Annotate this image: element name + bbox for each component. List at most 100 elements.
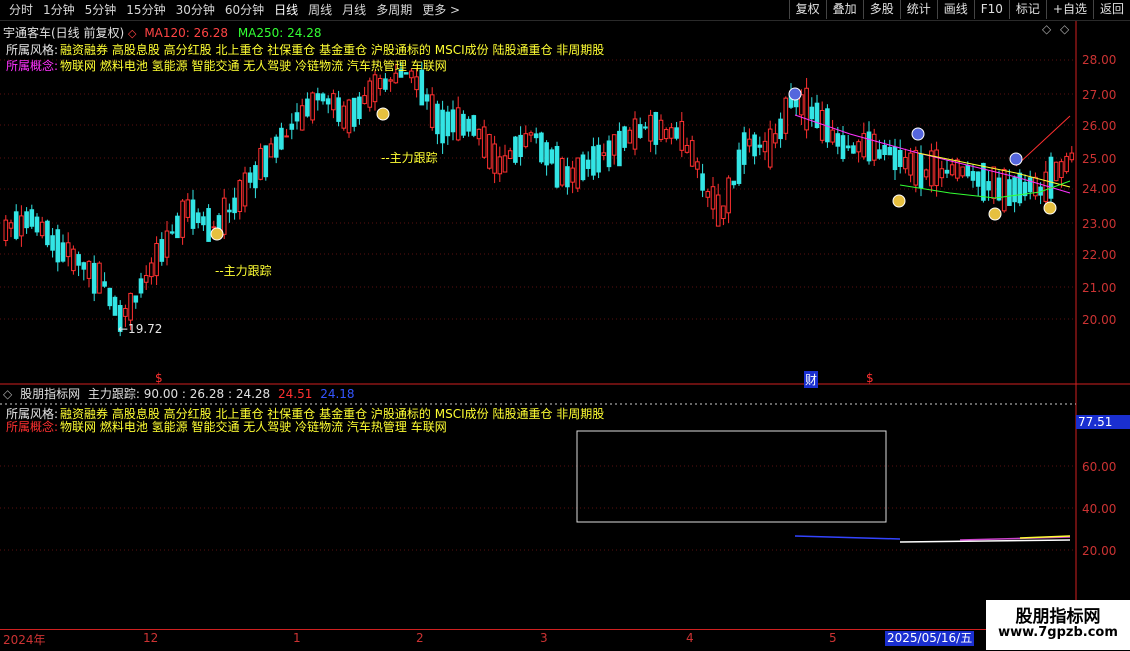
concept-info: 所属概念: 物联网 燃料电池 氢能源 智能交通 无人驾驶 冷链物流 汽车热管理 车… xyxy=(6,57,447,74)
back-button[interactable]: 返回 xyxy=(1092,0,1130,19)
date-label: 4 xyxy=(686,631,694,645)
tab-weekly[interactable]: 周线 xyxy=(303,2,337,18)
overlay-button[interactable]: 叠加 xyxy=(825,0,863,19)
candle-body xyxy=(539,132,544,163)
candle-body xyxy=(1012,177,1017,203)
mark-button[interactable]: 标记 xyxy=(1008,0,1046,19)
date-label: 12 xyxy=(143,631,159,645)
candle-body xyxy=(804,87,809,131)
candle-body xyxy=(149,262,154,278)
style-value: 融资融券 高股息股 高分红股 北上重仓 社保重仓 基金重仓 沪股通标的 MSCI… xyxy=(60,43,605,57)
candle-body xyxy=(731,180,737,186)
tab-daily[interactable]: 日线 xyxy=(269,2,303,18)
add-watchlist-button[interactable]: +自选 xyxy=(1045,0,1093,19)
concept-info-lower: 所属概念: 物联网 燃料电池 氢能源 智能交通 无人驾驶 冷链物流 汽车热管理 车… xyxy=(6,418,447,435)
candle-body xyxy=(294,112,300,122)
candle-body xyxy=(492,143,497,174)
candle-body xyxy=(814,102,820,129)
face-icon xyxy=(911,127,925,141)
tab-more[interactable]: 更多 > xyxy=(417,2,465,18)
candle-body xyxy=(674,127,679,139)
money-bag-icon xyxy=(1043,201,1057,215)
candle-body xyxy=(268,143,274,158)
candle-body xyxy=(377,78,383,90)
candle-body xyxy=(45,220,50,246)
kline-chart[interactable] xyxy=(0,21,1130,651)
candle-body xyxy=(123,307,128,317)
candle-body xyxy=(580,154,586,181)
candle-body xyxy=(996,177,1002,201)
indicator-tick: 20.00 xyxy=(1082,544,1117,558)
stock-name[interactable]: 宇通客车(日线 前复权) xyxy=(3,26,124,40)
candle-body xyxy=(221,197,227,235)
tab-multi-period[interactable]: 多周期 xyxy=(371,2,417,18)
candle-body xyxy=(892,146,898,171)
candle-body xyxy=(237,180,243,212)
candle-body xyxy=(575,157,581,189)
date-label: 5 xyxy=(829,631,837,645)
candle-body xyxy=(705,191,711,198)
candle-body xyxy=(1027,177,1033,193)
candle-body xyxy=(617,130,622,167)
candle-body xyxy=(91,262,97,294)
candle-body xyxy=(736,149,742,184)
close-icon[interactable]: ◇ xyxy=(128,27,136,40)
candle-body xyxy=(211,226,217,229)
candle-body xyxy=(351,97,357,127)
tab-30min[interactable]: 30分钟 xyxy=(171,2,220,18)
tab-monthly[interactable]: 月线 xyxy=(337,2,371,18)
candle-body xyxy=(315,93,321,101)
dollar-marker[interactable]: $ xyxy=(155,371,163,385)
watermark-title: 股朋指标网 xyxy=(1015,607,1101,627)
period-tabs: 分时 1分钟 5分钟 15分钟 30分钟 60分钟 日线 周线 月线 多周期 更… xyxy=(4,2,465,18)
dollar-marker[interactable]: $ xyxy=(866,371,874,385)
tab-1min[interactable]: 1分钟 xyxy=(38,2,80,18)
candle-body xyxy=(695,161,700,170)
candle-body xyxy=(299,105,305,131)
candle-body xyxy=(596,144,601,173)
tab-fenshi[interactable]: 分时 xyxy=(4,2,38,18)
candle-body xyxy=(8,222,14,229)
candle-body xyxy=(341,105,347,129)
diamond-icon[interactable]: ◇ xyxy=(1042,22,1051,36)
restore-rights-button[interactable]: 复权 xyxy=(788,0,826,19)
candle-body xyxy=(232,197,237,214)
indicator-tick: 40.00 xyxy=(1082,502,1117,516)
collapse-icon[interactable]: ◇ xyxy=(3,387,12,401)
price-tick: 20.00 xyxy=(1082,313,1117,327)
price-tick: 24.00 xyxy=(1082,182,1117,196)
candle-body xyxy=(752,134,757,157)
candle-body xyxy=(710,186,716,210)
draw-line-button[interactable]: 画线 xyxy=(936,0,974,19)
candle-body xyxy=(726,177,731,214)
ma120-value: MA120: 26.28 xyxy=(144,26,228,40)
f10-button[interactable]: F10 xyxy=(973,0,1009,19)
chart-title-row: 宇通客车(日线 前复权) ◇ MA120: 26.28 MA250: 24.28 xyxy=(3,24,322,41)
concept-value: 物联网 燃料电池 氢能源 智能交通 无人驾驶 冷链物流 汽车热管理 车联网 xyxy=(60,420,447,434)
candle-body xyxy=(1048,156,1054,199)
candle-body xyxy=(424,94,430,102)
multi-stock-button[interactable]: 多股 xyxy=(862,0,900,19)
ma250-value: MA250: 24.28 xyxy=(237,26,322,40)
price-tick: 23.00 xyxy=(1082,217,1117,231)
candle-body xyxy=(1064,155,1069,173)
candle-body xyxy=(663,129,669,140)
selection-box xyxy=(576,430,887,523)
statistics-button[interactable]: 统计 xyxy=(899,0,937,19)
candle-body xyxy=(648,114,653,142)
candle-body xyxy=(466,118,471,132)
candle-body xyxy=(81,262,87,270)
tab-60min[interactable]: 60分钟 xyxy=(220,2,269,18)
candle-body xyxy=(86,260,92,279)
candle-body xyxy=(1053,161,1059,182)
candle-body xyxy=(331,93,336,111)
candle-body xyxy=(819,110,825,141)
candle-body xyxy=(195,212,201,224)
candle-body xyxy=(559,158,565,186)
indicator-name[interactable]: 股朋指标网 xyxy=(20,387,80,401)
candle-body xyxy=(622,126,627,148)
tab-15min[interactable]: 15分钟 xyxy=(121,2,170,18)
settings-icon[interactable]: ◇ xyxy=(1060,22,1069,36)
tab-5min[interactable]: 5分钟 xyxy=(80,2,122,18)
candle-body xyxy=(185,199,191,218)
